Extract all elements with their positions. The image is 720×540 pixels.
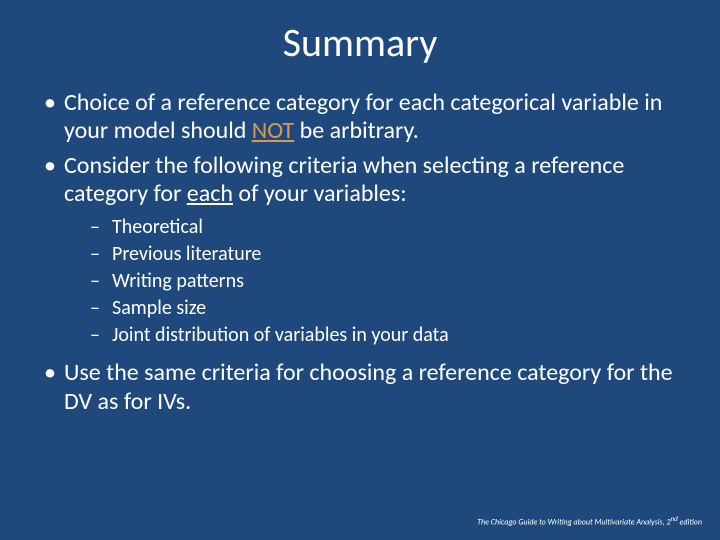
bullet-list: Choice of a reference category for each … <box>40 89 680 416</box>
sub-list: Theoretical Previous literature Writing … <box>64 214 680 349</box>
footer-citation: The Chicago Guide to Writing about Multi… <box>477 514 702 528</box>
bullet-1: Choice of a reference category for each … <box>40 89 680 146</box>
footer-text-a: The Chicago Guide to Writing about Multi… <box>477 518 670 528</box>
bullet-2: Consider the following criteria when sel… <box>40 152 680 350</box>
sub-item: Writing patterns <box>90 268 680 295</box>
slide: Summary Choice of a reference category f… <box>0 0 720 540</box>
bullet-3: Use the same criteria for choosing a ref… <box>40 359 680 416</box>
sub-item: Theoretical <box>90 214 680 241</box>
sub-item: Sample size <box>90 295 680 322</box>
footer-sup: nd <box>671 514 678 523</box>
bullet-1-not: NOT <box>252 116 294 145</box>
page-title: Summary <box>40 18 680 67</box>
bullet-2-each: each <box>187 179 233 208</box>
bullet-2-text-b: of your variables: <box>233 179 407 208</box>
sub-item: Previous literature <box>90 241 680 268</box>
sub-item: Joint distribution of variables in your … <box>90 322 680 349</box>
footer-text-b: edition <box>678 518 702 528</box>
bullet-1-text-b: be arbitrary. <box>294 116 419 145</box>
